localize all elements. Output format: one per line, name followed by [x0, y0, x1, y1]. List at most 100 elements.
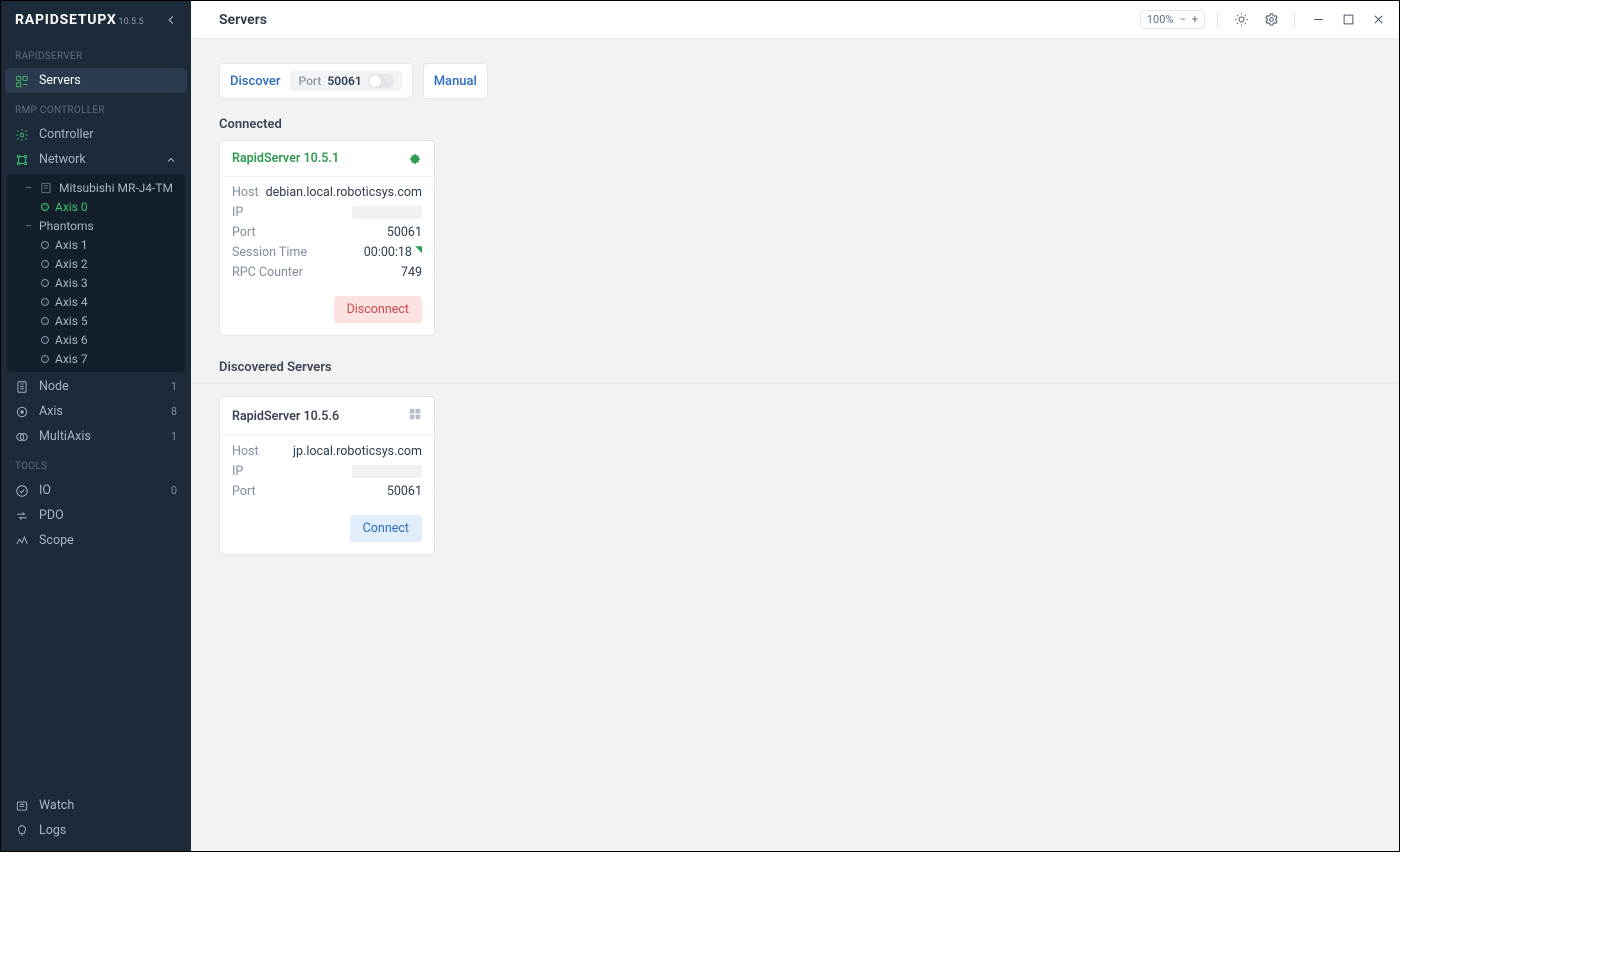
- tree-label: Axis 5: [55, 314, 88, 328]
- sidebar-item-label: Logs: [39, 823, 66, 838]
- app-version: 10.5.5: [119, 17, 144, 27]
- page-title: Servers: [219, 12, 267, 28]
- status-dot-icon: [41, 241, 49, 249]
- sidebar-item-watch[interactable]: Watch: [1, 793, 191, 818]
- count-badge: 8: [171, 405, 177, 418]
- sidebar-item-multiaxis[interactable]: MultiAxis 1: [1, 424, 191, 449]
- connected-icon: [408, 152, 422, 166]
- sidebar-header: RAPIDSETUPX 10.5.5: [1, 1, 191, 39]
- sidebar-item-label: Node: [39, 379, 69, 394]
- settings-button[interactable]: [1260, 9, 1282, 31]
- axis-icon: [15, 405, 29, 419]
- pdo-icon: [15, 509, 29, 523]
- discover-button[interactable]: Discover: [230, 74, 280, 89]
- tree-axis[interactable]: Axis 4: [7, 292, 185, 311]
- sidebar-collapse-button[interactable]: [161, 10, 181, 30]
- kv-row: Host jp.local.roboticsys.com: [232, 444, 422, 459]
- tree-label: Axis 3: [55, 276, 88, 290]
- io-icon: [15, 484, 29, 498]
- zoom-out-button[interactable]: −: [1179, 13, 1185, 26]
- status-dot-icon: [41, 355, 49, 363]
- tree-axis[interactable]: Axis 1: [7, 235, 185, 254]
- device-icon: [39, 181, 53, 195]
- label-ip: IP: [232, 464, 243, 479]
- tree-axis[interactable]: Axis 2: [7, 254, 185, 273]
- port-group: Port 50061: [290, 71, 401, 91]
- tree-label: Axis 7: [55, 352, 88, 366]
- sidebar-item-pdo[interactable]: PDO: [1, 503, 191, 528]
- discovered-heading: Discovered Servers: [219, 360, 1371, 375]
- sidebar-item-label: Controller: [39, 127, 93, 142]
- sidebar-item-label: IO: [39, 483, 51, 498]
- tree-label: Axis 2: [55, 257, 88, 271]
- disconnect-button[interactable]: Disconnect: [334, 296, 422, 323]
- tree-axis[interactable]: Axis 3: [7, 273, 185, 292]
- scope-icon: [15, 534, 29, 548]
- value-host: jp.local.roboticsys.com: [293, 444, 422, 459]
- value-host: debian.local.roboticsys.com: [266, 185, 422, 200]
- status-dot-icon: [41, 317, 49, 325]
- tree-label: Axis 0: [55, 200, 88, 214]
- sidebar-item-network[interactable]: Network: [1, 147, 191, 172]
- tree-device[interactable]: − Mitsubishi MR-J4-TM: [7, 178, 185, 197]
- tree-axis[interactable]: Axis 5: [7, 311, 185, 330]
- status-dot-icon: [41, 298, 49, 306]
- connect-button[interactable]: Connect: [350, 515, 422, 542]
- content: Discover Port 50061 Manual Connected Rap…: [191, 39, 1399, 851]
- sidebar-item-label: Servers: [39, 73, 81, 88]
- expander-icon: −: [25, 219, 33, 233]
- sidebar-item-node[interactable]: Node 1: [1, 374, 191, 399]
- sidebar-item-label: PDO: [39, 508, 64, 523]
- port-value: 50061: [327, 74, 361, 88]
- manual-button[interactable]: Manual: [434, 74, 477, 89]
- discover-mode-box: Discover Port 50061: [219, 63, 413, 99]
- kv-row: IP: [232, 464, 422, 479]
- sidebar-item-controller[interactable]: Controller: [1, 122, 191, 147]
- value-rpc: 749: [401, 265, 422, 280]
- servers-icon: [15, 74, 29, 88]
- window-maximize-button[interactable]: [1337, 9, 1359, 31]
- titlebar: Servers 100% − +: [191, 1, 1399, 39]
- port-label: Port: [298, 74, 321, 88]
- sidebar-item-io[interactable]: IO 0: [1, 478, 191, 503]
- zoom-in-button[interactable]: +: [1192, 13, 1198, 26]
- sidebar-item-label: MultiAxis: [39, 429, 91, 444]
- value-ip-redacted: [352, 465, 422, 478]
- multiaxis-icon: [15, 430, 29, 444]
- label-host: Host: [232, 185, 259, 200]
- tree-axis-0[interactable]: Axis 0: [7, 197, 185, 216]
- count-badge: 1: [171, 380, 177, 393]
- divider: [191, 383, 1399, 384]
- kv-row: Port50061: [232, 225, 422, 240]
- tree-label: Axis 1: [55, 238, 88, 252]
- sidebar-item-axis[interactable]: Axis 8: [1, 399, 191, 424]
- kv-row: Port50061: [232, 484, 422, 499]
- sidebar-item-logs[interactable]: Logs: [1, 818, 191, 843]
- app-brand: RAPIDSETUPX 10.5.5: [15, 12, 144, 28]
- tree-axis[interactable]: Axis 7: [7, 349, 185, 368]
- tree-phantoms[interactable]: − Phantoms: [7, 216, 185, 235]
- card-title: RapidServer 10.5.6: [232, 409, 339, 424]
- zoom-control: 100% − +: [1140, 10, 1205, 29]
- value-session: 00:00:18 ◥: [364, 245, 422, 260]
- port-toggle[interactable]: [368, 74, 394, 88]
- card-header: RapidServer 10.5.1: [220, 141, 434, 177]
- node-icon: [15, 380, 29, 394]
- server-os-icon: [408, 407, 422, 425]
- connected-heading: Connected: [219, 117, 1371, 132]
- tree-axis[interactable]: Axis 6: [7, 330, 185, 349]
- value-ip-redacted: [352, 206, 422, 219]
- window-close-button[interactable]: [1367, 9, 1389, 31]
- sidebar-item-servers[interactable]: Servers: [5, 68, 187, 93]
- sidebar-item-scope[interactable]: Scope: [1, 528, 191, 553]
- divider: [1217, 11, 1218, 29]
- sidebar-item-label: Scope: [39, 533, 74, 548]
- label-ip: IP: [232, 205, 243, 220]
- watch-icon: [15, 799, 29, 813]
- network-icon: [15, 153, 29, 167]
- label-host: Host: [232, 444, 259, 459]
- window-minimize-button[interactable]: [1307, 9, 1329, 31]
- sidebar-item-label: Watch: [39, 798, 74, 813]
- value-port: 50061: [387, 225, 422, 240]
- theme-toggle-button[interactable]: [1230, 9, 1252, 31]
